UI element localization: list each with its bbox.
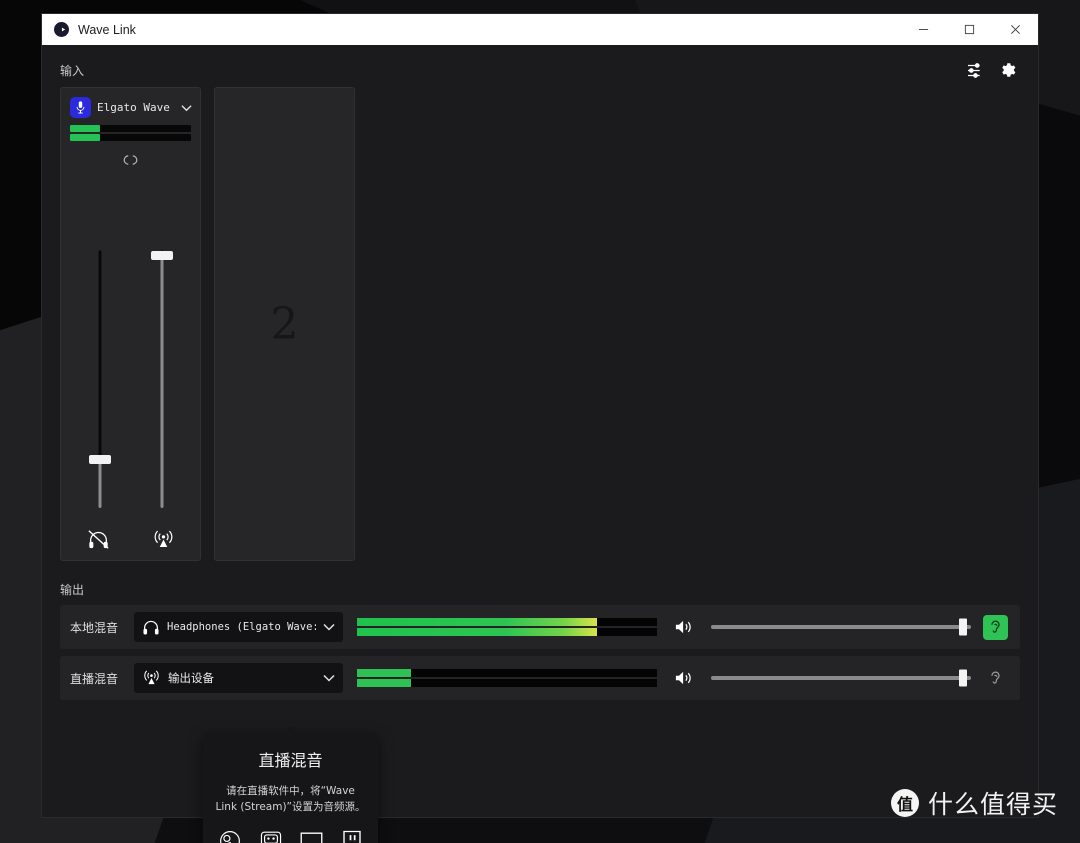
input-level-meters	[70, 125, 191, 141]
chevron-down-icon[interactable]	[323, 674, 335, 682]
output-device-name-local: Headphones (Elgato Wave:XLR)	[167, 621, 316, 633]
twitch-icon	[342, 830, 362, 843]
input-meter-right	[70, 134, 191, 141]
fader-track	[160, 250, 163, 508]
input-strips: Elgato Wave XLR	[60, 87, 1020, 561]
volume-slider-local[interactable]	[711, 618, 971, 636]
speaker-icon[interactable]	[673, 618, 695, 636]
chevron-down-icon[interactable]	[181, 104, 192, 112]
volume-handle[interactable]	[959, 618, 968, 636]
mixer-icon[interactable]	[967, 62, 984, 78]
app-body: 输入 Elgato Wave 2 输出 本地混音 Headphones (Elg…	[42, 45, 1038, 843]
stream-fader[interactable]	[150, 250, 173, 508]
output-meter-right	[357, 679, 657, 687]
stream-broadcast-icon	[142, 669, 161, 687]
input-strip-elgato-wave-xlr[interactable]: Elgato Wave XLR	[60, 87, 201, 561]
volume-track	[711, 676, 971, 680]
chevron-down-icon[interactable]	[323, 623, 335, 631]
output-device-select-stream[interactable]: 输出设备	[134, 663, 343, 693]
output-row-label: 本地混音	[70, 620, 119, 635]
link-icon[interactable]	[61, 154, 200, 166]
output-meters-stream	[357, 669, 657, 687]
header-tool-icons	[967, 61, 1020, 79]
volume-slider-stream[interactable]	[711, 669, 971, 687]
input-strip-header[interactable]: Elgato Wave XLR	[61, 88, 200, 118]
speaker-icon[interactable]	[673, 669, 695, 687]
fader-fill	[98, 250, 101, 459]
output-section-header: 输出	[60, 581, 1020, 599]
obs-icon	[219, 830, 241, 843]
watermark: 值 什么值得买	[890, 785, 1058, 821]
fader-handle[interactable]	[88, 454, 111, 464]
maximize-button[interactable]	[946, 14, 992, 45]
output-row-local-mix: 本地混音 Headphones (Elgato Wave:XLR)	[60, 605, 1020, 649]
xsplit-icon	[300, 831, 323, 843]
input-strip-empty-slot[interactable]: 2	[214, 87, 355, 561]
streamlabs-obs-icon	[260, 830, 282, 843]
window-title: Wave Link	[78, 22, 136, 37]
input-section-header: 输入	[60, 45, 1020, 83]
stream-mix-tooltip: 直播混音 请在直播软件中，将“Wave Link (Stream)”设置为音频源…	[203, 726, 378, 843]
output-meters-local	[357, 618, 657, 636]
volume-handle[interactable]	[959, 669, 968, 687]
tooltip-body: 请在直播软件中，将“Wave Link (Stream)”设置为音频源。	[215, 785, 366, 814]
microphone-icon	[70, 97, 91, 118]
output-device-select-local[interactable]: Headphones (Elgato Wave:XLR)	[134, 612, 343, 642]
gear-icon[interactable]	[998, 61, 1016, 79]
output-meter-left	[357, 618, 657, 626]
tooltip-arrow	[282, 726, 299, 734]
output-section-label: 输出	[60, 583, 85, 597]
input-faders	[61, 250, 200, 508]
stream-broadcast-icon[interactable]	[152, 529, 175, 550]
title-bar-left: Wave Link	[42, 22, 900, 37]
output-device-name-stream: 输出设备	[168, 671, 214, 685]
input-section-label: 输入	[60, 63, 85, 78]
monitor-fader[interactable]	[88, 250, 111, 508]
output-row-label: 直播混音	[70, 671, 119, 686]
watermark-logo: 值	[890, 789, 919, 817]
minimize-button[interactable]	[900, 14, 946, 45]
monitor-ear-button-local[interactable]	[983, 614, 1008, 640]
wave-link-window: Wave Link 输入 Elgato Wave 2 输出 本地混音 Headp…	[42, 14, 1038, 843]
close-button[interactable]	[992, 14, 1038, 45]
tooltip-app-icons	[215, 830, 366, 843]
wave-link-logo-icon	[54, 22, 69, 37]
output-meter-left	[357, 669, 657, 677]
empty-slot-number: 2	[270, 298, 299, 350]
headphone-icon	[142, 619, 160, 636]
output-row-stream-mix: 直播混音 输出设备	[60, 656, 1020, 700]
input-meter-left	[70, 125, 191, 132]
volume-track	[711, 625, 971, 629]
input-strip-footer	[61, 529, 200, 550]
tooltip-title: 直播混音	[258, 751, 323, 770]
input-device-name: Elgato Wave XLR	[97, 101, 175, 114]
watermark-text: 什么值得买	[927, 790, 1058, 819]
output-rows: 本地混音 Headphones (Elgato Wave:XLR)	[60, 605, 1020, 700]
output-meter-right	[357, 628, 657, 636]
headphone-muted-icon[interactable]	[87, 529, 110, 550]
fader-handle[interactable]	[150, 251, 173, 261]
monitor-ear-button-stream[interactable]	[983, 666, 1008, 691]
title-bar: Wave Link	[42, 14, 1038, 45]
